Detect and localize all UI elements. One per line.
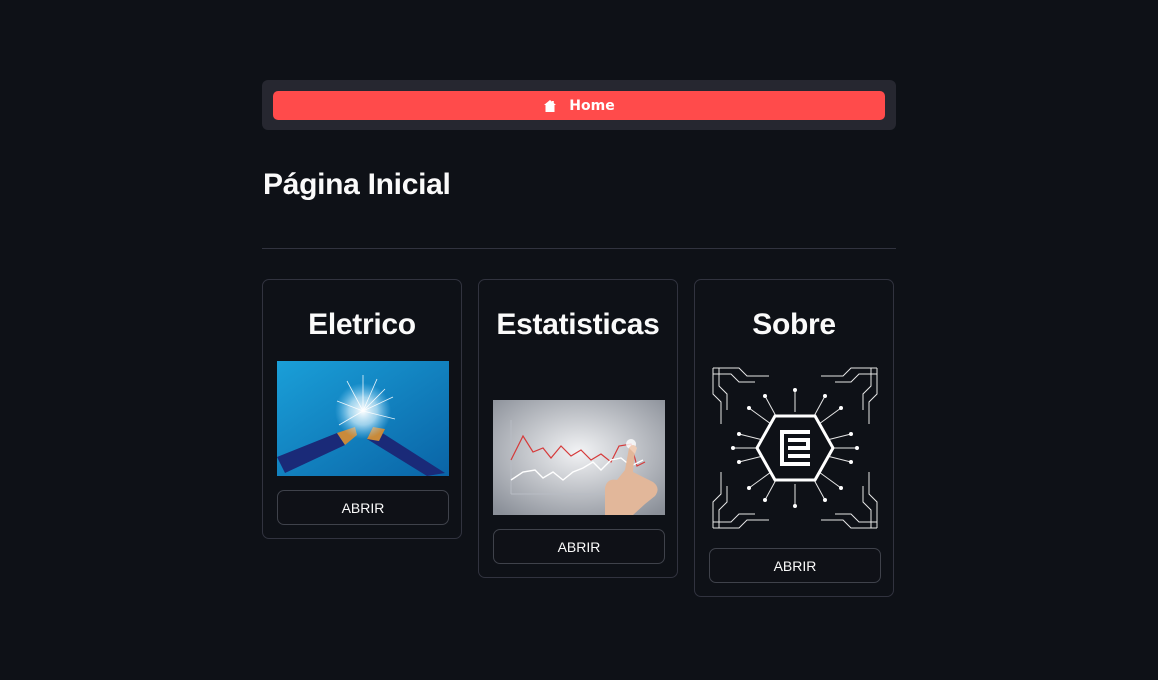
open-button[interactable]: ABRIR (493, 529, 665, 564)
divider (262, 248, 896, 249)
card-title: Eletrico (308, 308, 416, 341)
open-button[interactable]: ABRIR (709, 548, 881, 583)
page-title: Página Inicial (263, 168, 451, 201)
card-eletrico: Eletrico ABRIR (262, 279, 462, 539)
card-title: Estatisticas (496, 308, 660, 341)
card-sobre: Sobre ABRIR (694, 279, 894, 597)
electric-cable-image (277, 361, 449, 476)
main-container: Home Página Inicial Eletrico ABRIR Estat… (262, 80, 896, 597)
circuit-logo-image (709, 364, 881, 532)
card-title: Sobre (752, 308, 836, 341)
navigation-bar: Home (262, 80, 896, 130)
nav-home-button[interactable]: Home (273, 91, 885, 120)
statistics-chart-image (493, 400, 665, 515)
house-icon (544, 99, 557, 112)
card-estatisticas: Estatisticas ABRIR (478, 279, 678, 578)
open-button[interactable]: ABRIR (277, 490, 449, 525)
nav-home-label: Home (569, 97, 615, 114)
